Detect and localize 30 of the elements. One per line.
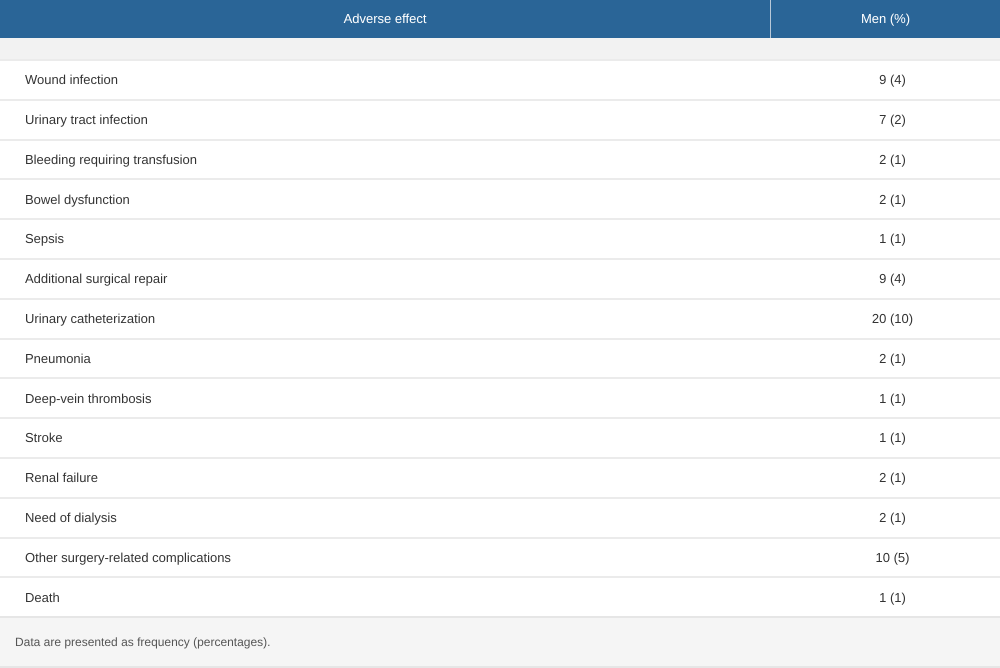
table-cell-text: 1 (1) bbox=[878, 429, 907, 448]
table-cell-text: Stroke bbox=[24, 429, 64, 448]
table-cell-text: 1 (1) bbox=[878, 390, 907, 408]
table-cell-text: 2 (1) bbox=[878, 469, 907, 488]
table-footnote: Data are presented as frequency (percentages). bbox=[15, 634, 270, 652]
table-cell-text: Wound infection bbox=[24, 71, 119, 90]
table-cell-text: 10 (5) bbox=[874, 548, 910, 567]
table-cell-text: 2 (1) bbox=[878, 150, 907, 169]
table-cell-text: Renal failure bbox=[24, 469, 99, 488]
table-cell-text: Urinary catheterization bbox=[24, 310, 156, 328]
table-cell-text: Deep-vein thrombosis bbox=[24, 390, 152, 408]
column-header: Men (%) bbox=[860, 10, 912, 28]
table-cell-text: Bowel dysfunction bbox=[24, 190, 131, 209]
table-cell-text: 7 (2) bbox=[878, 110, 907, 129]
table-cell-text: Need of dialysis bbox=[24, 508, 118, 527]
table-cell-text: Death bbox=[24, 588, 61, 606]
table-cell-text: 2 (1) bbox=[878, 508, 907, 527]
table-cell-text: 9 (4) bbox=[878, 71, 907, 90]
table-cell-text: 20 (10) bbox=[870, 310, 914, 328]
table-cell-text: 9 (4) bbox=[878, 270, 907, 288]
table-cell-text: 2 (1) bbox=[878, 350, 907, 368]
table-cell-text: 1 (1) bbox=[878, 588, 907, 607]
table-cell-text: Urinary tract infection bbox=[24, 110, 149, 129]
table-cell-text: Bleeding requiring transfusion bbox=[24, 150, 198, 169]
table-cell-text: Sepsis bbox=[24, 230, 66, 248]
table-cell-text: 2 (1) bbox=[878, 190, 907, 209]
table-cell-text: Other surgery-related complications bbox=[24, 548, 232, 567]
table-cell-text: 1 (1) bbox=[878, 230, 907, 248]
table-cell-text: Pneumonia bbox=[24, 350, 92, 368]
table-cell-text: Additional surgical repair bbox=[24, 270, 168, 288]
